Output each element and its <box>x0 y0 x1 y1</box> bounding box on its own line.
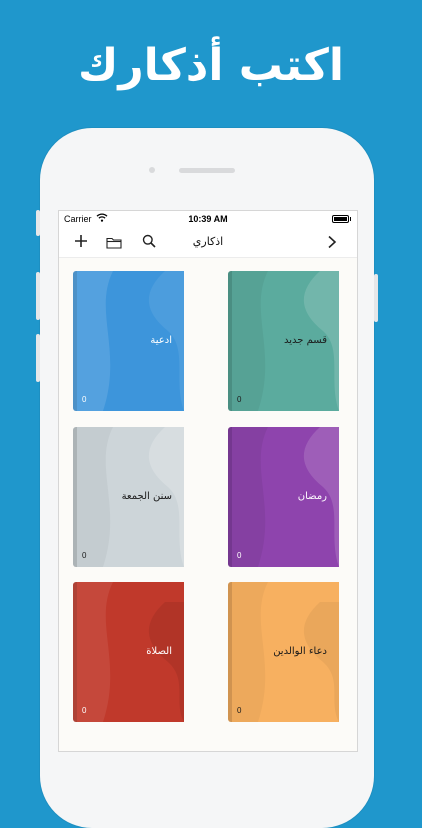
book-card[interactable]: سنن الجمعة 0 <box>73 427 184 567</box>
book-card[interactable]: الصلاة 0 <box>73 582 184 722</box>
book-card[interactable]: قسم جديد 0 <box>228 271 339 411</box>
book-title: الصلاة <box>146 646 172 657</box>
volume-down-button <box>36 334 40 382</box>
mute-switch <box>36 210 40 236</box>
status-bar: Carrier 10:39 AM <box>59 211 357 227</box>
books-grid: قسم جديد 0 ادعية 0 رمضان 0 سنن الجمعة 0 … <box>59 258 357 751</box>
book-title: ادعية <box>150 335 172 346</box>
volume-up-button <box>36 272 40 320</box>
book-card[interactable]: ادعية 0 <box>73 271 184 411</box>
phone-frame: Carrier 10:39 AM اذكاري قسم جديد 0 ادعية… <box>36 128 378 828</box>
power-button <box>374 274 378 322</box>
book-count: 0 <box>237 395 242 404</box>
book-title: قسم جديد <box>284 335 327 346</box>
book-title: رمضان <box>297 491 327 502</box>
chevron-right-icon[interactable] <box>327 234 337 253</box>
status-time: 10:39 AM <box>188 214 228 224</box>
book-title: دعاء الوالدين <box>273 646 327 657</box>
earpiece-speaker <box>179 168 235 173</box>
headline: اكتب أذكارك <box>78 40 344 91</box>
book-count: 0 <box>82 551 87 560</box>
book-count: 0 <box>82 395 87 404</box>
navigation-bar: اذكاري <box>59 227 357 258</box>
book-card[interactable]: رمضان 0 <box>228 427 339 567</box>
book-count: 0 <box>237 706 242 715</box>
book-card[interactable]: دعاء الوالدين 0 <box>228 582 339 722</box>
book-count: 0 <box>82 706 87 715</box>
app-screen: Carrier 10:39 AM اذكاري قسم جديد 0 ادعية… <box>58 210 358 752</box>
book-count: 0 <box>237 551 242 560</box>
book-title: سنن الجمعة <box>121 491 172 502</box>
front-camera <box>149 167 155 173</box>
battery-icon <box>332 215 351 223</box>
page-title: اذكاري <box>192 235 224 248</box>
